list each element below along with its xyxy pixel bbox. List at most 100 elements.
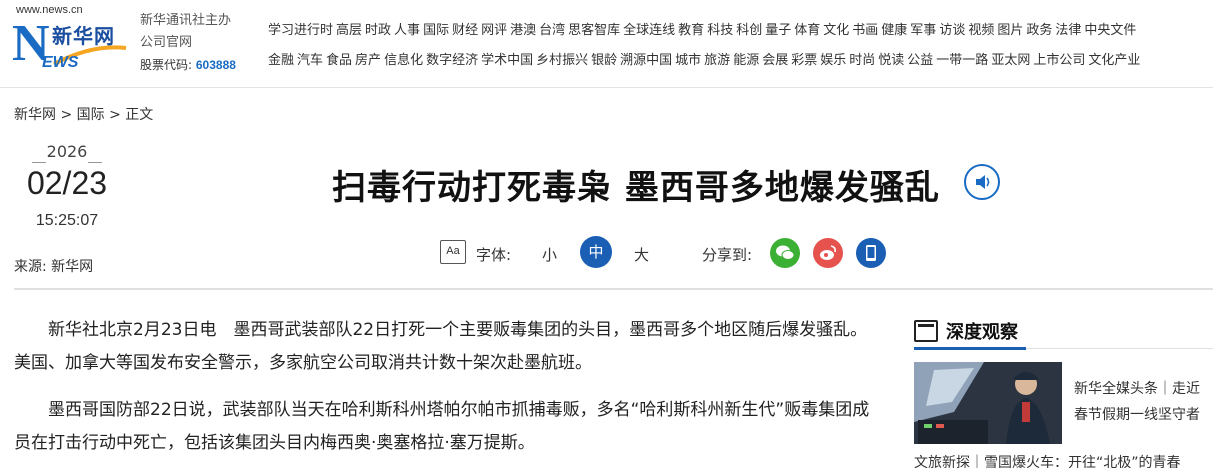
nav-item[interactable]: 港澳	[510, 23, 536, 38]
sidebar-title: 深度观察	[946, 322, 1018, 343]
site-logo[interactable]: www.news.cn N 新华网 EWS	[12, 4, 132, 80]
mobile-icon	[866, 245, 876, 261]
org-line2: 公司官网	[140, 35, 193, 50]
nav-item[interactable]: 财经	[452, 23, 478, 38]
nav-item[interactable]: 体育	[794, 23, 820, 38]
breadcrumb-home[interactable]: 新华网	[14, 107, 56, 123]
publish-time: 15:25:07	[35, 212, 99, 229]
nav-item[interactable]: 国际	[423, 23, 449, 38]
nav-item[interactable]: 溯源中国	[620, 53, 672, 68]
nav-item[interactable]: 银龄	[591, 53, 617, 68]
nav-item[interactable]: 中央文件	[1084, 23, 1136, 38]
nav-item[interactable]: 一带一路	[936, 53, 988, 68]
nav-item[interactable]: 学术中国	[481, 53, 533, 68]
logo-ews: EWS	[42, 54, 79, 71]
org-line1: 新华通讯社主办	[140, 13, 232, 28]
year-divider	[32, 162, 46, 163]
nav-item[interactable]: 上市公司	[1033, 53, 1085, 68]
article-body: 新华社北京2月23日电 墨西哥武装部队22日打死一个主要贩毒集团的头目，墨西哥多…	[14, 314, 880, 468]
nav-row-1: 学习进行时 高层 时政 人事 国际 财经 网评 港澳 台湾 思客智库 全球连线 教育 科技 科创 量子 体育文…	[268, 20, 1213, 50]
nav-item[interactable]: 教育	[678, 23, 704, 38]
article-title: 扫毒行动打死毒枭 墨西哥多地爆发骚乱	[332, 168, 940, 208]
nav-item[interactable]: 会展	[762, 53, 788, 68]
share-label: 分享到:	[702, 246, 753, 264]
breadcrumb-separator: >	[56, 107, 77, 123]
share-weibo-button[interactable]	[813, 238, 843, 268]
nav-item[interactable]: 能源	[733, 53, 759, 68]
nav-item[interactable]: 彩票	[791, 53, 817, 68]
nav-item[interactable]: 军事	[910, 23, 936, 38]
nav-item[interactable]: 网评	[481, 23, 507, 38]
nav-item[interactable]: 文化	[823, 23, 849, 38]
nav-item[interactable]: 书画	[852, 23, 878, 38]
nav-item[interactable]: 时尚	[849, 53, 875, 68]
publish-date: 2026 02/23 15:25:07	[14, 142, 120, 230]
font-size-label: 字体:	[476, 246, 512, 264]
breadcrumb-current: 正文	[125, 107, 154, 123]
share-wechat-button[interactable]	[770, 238, 800, 268]
nav-item[interactable]: 旅游	[704, 53, 730, 68]
window-icon	[914, 320, 938, 342]
sidebar-thumbnail[interactable]	[914, 362, 1062, 444]
stock-value: 603888	[195, 58, 236, 72]
font-size-small[interactable]: 小	[542, 244, 557, 265]
content-divider	[14, 288, 1213, 290]
nav-item[interactable]: 公益	[907, 53, 933, 68]
nav-item[interactable]: 房产	[355, 53, 381, 68]
nav-item[interactable]: 全球连线	[623, 23, 675, 38]
wechat-icon	[776, 245, 795, 260]
weibo-icon	[820, 245, 836, 260]
nav-item[interactable]: 信息化	[384, 53, 423, 68]
breadcrumb-section[interactable]: 国际	[77, 107, 105, 123]
nav-item[interactable]: 金融	[268, 53, 294, 68]
audio-play-button[interactable]	[964, 164, 1000, 200]
breadcrumb: 新华网 > 国际 > 正文	[14, 104, 153, 124]
nav-item[interactable]: 数字经济	[426, 53, 478, 68]
source-value: 新华网	[51, 259, 94, 275]
nav-item[interactable]: 高层	[336, 23, 362, 38]
nav-item[interactable]: 亚太网	[991, 53, 1030, 68]
nav-item[interactable]: 视频	[968, 23, 994, 38]
font-size-icon: Aa	[440, 240, 466, 264]
share-mobile-button[interactable]	[856, 238, 886, 268]
nav-item[interactable]: 量子	[765, 23, 791, 38]
publish-year: 2026	[46, 142, 88, 161]
font-size-medium[interactable]: 中	[580, 236, 612, 268]
nav-item[interactable]: 访谈	[939, 23, 965, 38]
stock-label: 股票代码:	[140, 58, 193, 72]
nav-item[interactable]: 学习进行时	[268, 23, 333, 38]
nav-item[interactable]: 悦读	[878, 53, 904, 68]
source-label: 来源:	[14, 259, 47, 275]
nav-item[interactable]: 科创	[736, 23, 762, 38]
org-info: 新华通讯社主办 公司官网 股票代码: 603888	[140, 10, 260, 76]
nav-item[interactable]: 娱乐	[820, 53, 846, 68]
sidebar-caption-link[interactable]: 新华全媒头条｜走近春节假期一线坚守者	[1074, 376, 1213, 428]
breadcrumb-separator: >	[104, 107, 126, 123]
sidebar-list-item[interactable]: 文旅新探｜雪国爆火车：开往“北极”的青春	[914, 452, 1213, 468]
article-paragraph: 墨西哥国防部22日说，武装部队当天在哈利斯科州塔帕尔帕市抓捕毒贩，多名“哈利斯科…	[14, 400, 870, 453]
nav-item[interactable]: 政务	[1026, 23, 1052, 38]
nav-item[interactable]: 时政	[365, 23, 391, 38]
article-paragraph: 新华社北京2月23日电 墨西哥武装部队22日打死一个主要贩毒集团的头目，墨西哥多…	[14, 320, 868, 373]
nav-item[interactable]: 思客智库	[568, 23, 620, 38]
nav-item[interactable]: 城市	[675, 53, 701, 68]
speaker-icon	[976, 175, 990, 189]
nav-row-2: 金融 汽车 食品 房产 信息化 数字经济 学术中国 乡村振兴 银龄 溯源中国 城市 旅游 能源 会展 彩票娱…	[268, 50, 1213, 80]
nav-item[interactable]: 科技	[707, 23, 733, 38]
article-source: 来源: 新华网	[14, 256, 93, 276]
nav-item[interactable]: 食品	[326, 53, 352, 68]
nav-item[interactable]: 乡村振兴	[536, 53, 588, 68]
font-size-large[interactable]: 大	[634, 244, 649, 265]
year-divider	[88, 162, 102, 163]
nav-item[interactable]: 台湾	[539, 23, 565, 38]
site-header: www.news.cn N 新华网 EWS 新华通讯社主办 公司官网 股票代码:…	[0, 0, 1213, 88]
nav-item[interactable]: 健康	[881, 23, 907, 38]
nav-item[interactable]: 文化产业	[1088, 53, 1140, 68]
year-row: 2026	[14, 142, 120, 163]
nav-item[interactable]: 法律	[1055, 23, 1081, 38]
nav-item[interactable]: 人事	[394, 23, 420, 38]
publish-month-day: 02/23	[26, 165, 108, 201]
stock-code: 股票代码: 603888	[140, 54, 260, 76]
nav-item[interactable]: 汽车	[297, 53, 323, 68]
nav-item[interactable]: 图片	[997, 23, 1023, 38]
